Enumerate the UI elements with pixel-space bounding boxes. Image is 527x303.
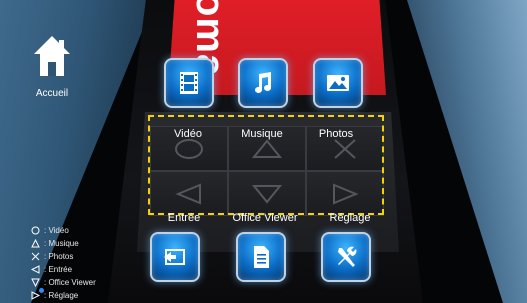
input-label: Entrée	[167, 212, 201, 224]
legend-item: Vidéo	[30, 224, 130, 237]
legend-item: Photos	[30, 250, 130, 263]
office-viewer-label: Office Viewer	[232, 212, 298, 224]
home-label: Accueil	[35, 88, 69, 99]
document-icon	[254, 246, 269, 268]
focus-indicator-dot	[39, 288, 44, 293]
triangle-up-icon	[30, 239, 40, 248]
music-button[interactable]	[238, 58, 288, 108]
music-note-icon	[255, 72, 271, 93]
film-icon	[180, 72, 198, 94]
tools-icon	[338, 246, 357, 267]
legend-text: Réglage	[44, 291, 78, 300]
legend-item: Musique	[30, 237, 130, 250]
legend-item: Réglage	[30, 289, 130, 302]
triangle-down-icon	[30, 278, 40, 287]
triangle-right-icon	[31, 291, 40, 300]
photos-button[interactable]	[313, 58, 363, 108]
button-legend: Vidéo Musique Photos Entrée Office Viewe…	[30, 224, 130, 302]
settings-label: Réglage	[329, 212, 371, 224]
video-label: Vidéo	[174, 128, 202, 140]
cross-icon	[31, 252, 39, 261]
legend-item: Entrée	[30, 263, 130, 276]
office-viewer-button[interactable]	[236, 232, 286, 282]
input-icon	[164, 249, 185, 265]
home-button[interactable]: Accueil	[28, 34, 76, 99]
legend-text: Office Viewer	[44, 278, 95, 287]
legend-item: Office Viewer	[30, 276, 130, 289]
input-button[interactable]	[150, 232, 200, 282]
house-icon	[34, 36, 70, 76]
legend-text: Vidéo	[44, 226, 68, 235]
right-side-panel	[407, 0, 527, 303]
video-button[interactable]	[164, 58, 214, 108]
settings-button[interactable]	[321, 232, 371, 282]
media-home-screen: oma Accueil Vidéo Musique Photos Entrée …	[0, 0, 527, 303]
legend-text: Photos	[44, 252, 73, 261]
triangle-left-icon	[30, 265, 39, 274]
photo-icon	[327, 75, 349, 91]
music-label: Musique	[241, 128, 283, 140]
legend-text: Musique	[44, 239, 78, 248]
circle-icon	[31, 226, 39, 235]
legend-text: Entrée	[44, 265, 72, 274]
photos-label: Photos	[318, 128, 354, 140]
